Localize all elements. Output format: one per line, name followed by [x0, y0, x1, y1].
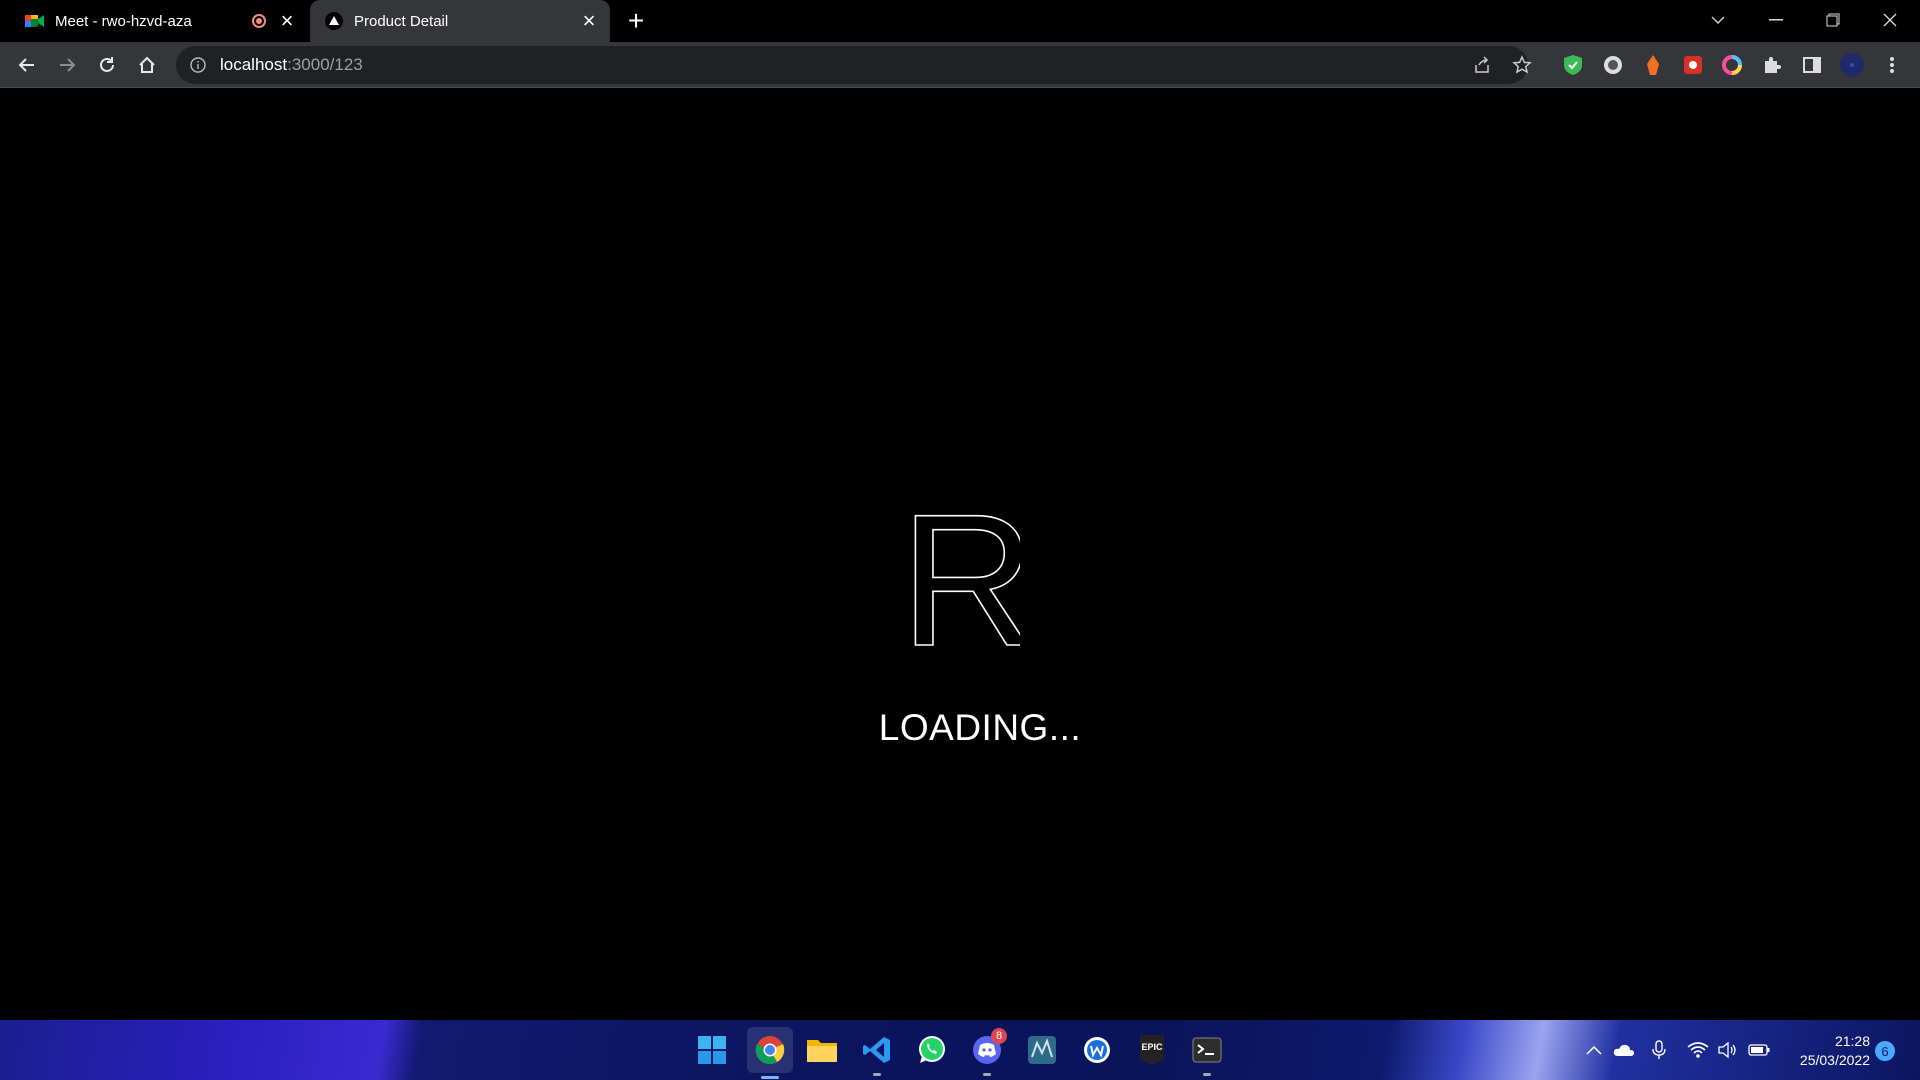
bookmark-star-icon[interactable]: [1510, 53, 1534, 77]
logo-r-outline: R: [900, 509, 1020, 659]
wifi-icon[interactable]: [1686, 1038, 1710, 1062]
extension-color-ring-icon[interactable]: [1720, 53, 1744, 77]
home-button[interactable]: [133, 51, 161, 79]
extensions-puzzle-icon[interactable]: [1760, 53, 1784, 77]
menu-kebab-icon[interactable]: [1880, 53, 1904, 77]
running-indicator: [1203, 1073, 1211, 1076]
discord-icon[interactable]: 8: [967, 1028, 1007, 1076]
clock-date: 25/03/2022: [1799, 1052, 1870, 1068]
nextjs-triangle-icon: [324, 11, 344, 31]
tab-product-detail[interactable]: Product Detail ×: [310, 0, 610, 42]
adblock-shield-icon[interactable]: [1561, 53, 1585, 77]
share-icon[interactable]: [1470, 53, 1494, 77]
restore-button[interactable]: [1805, 0, 1861, 40]
back-button[interactable]: [13, 51, 41, 79]
tab-title: Product Detail: [354, 12, 449, 30]
volume-icon[interactable]: [1715, 1038, 1739, 1062]
mysql-workbench-icon[interactable]: [1022, 1030, 1062, 1070]
extension-orange-icon[interactable]: [1641, 53, 1665, 77]
tab-search-icon[interactable]: [1690, 0, 1746, 40]
notification-count-badge[interactable]: 6: [1875, 1041, 1895, 1061]
minimize-button[interactable]: [1748, 0, 1804, 40]
tab-strip: Meet - rwo-hzvd-aza × Product Detail × +: [0, 0, 1920, 42]
new-tab-button[interactable]: +: [622, 7, 650, 35]
file-explorer-icon[interactable]: [802, 1030, 842, 1070]
chrome-icon[interactable]: [747, 1027, 793, 1079]
whatsapp-icon[interactable]: [912, 1030, 952, 1070]
google-meet-icon: [25, 11, 45, 31]
url-path: :3000/123: [287, 55, 363, 74]
windows-taskbar: 8 EPIC 21:28 25/03/2022 6: [0, 1020, 1920, 1080]
active-indicator: [761, 1076, 779, 1079]
url-host: localhost: [220, 55, 288, 74]
recording-icon: [252, 14, 266, 28]
extension-red-icon[interactable]: [1681, 53, 1705, 77]
side-panel-icon[interactable]: [1800, 53, 1824, 77]
epic-games-icon[interactable]: EPIC: [1132, 1030, 1172, 1070]
svg-text:EPIC: EPIC: [1141, 1042, 1163, 1052]
close-tab-icon[interactable]: ×: [274, 8, 300, 34]
profile-avatar[interactable]: [1840, 53, 1864, 77]
close-window-button[interactable]: [1862, 0, 1918, 40]
onedrive-cloud-icon[interactable]: [1612, 1038, 1636, 1062]
forward-button[interactable]: [53, 51, 81, 79]
discord-badge: 8: [991, 1028, 1007, 1044]
reload-button[interactable]: [93, 51, 121, 79]
page-content: R LOADING...: [0, 89, 1920, 1020]
clock-time: 21:28: [1834, 1033, 1870, 1049]
running-indicator: [873, 1073, 881, 1076]
tab-title: Meet - rwo-hzvd-aza: [55, 12, 192, 30]
battery-icon[interactable]: [1747, 1038, 1771, 1062]
url-text: localhost:3000/123: [220, 55, 363, 75]
app-w-icon[interactable]: [1077, 1030, 1117, 1070]
close-tab-icon[interactable]: ×: [576, 8, 602, 34]
loading-text: LOADING...: [878, 707, 1082, 748]
site-info-icon[interactable]: [188, 55, 208, 75]
running-indicator: [983, 1073, 991, 1076]
browser-toolbar: localhost:3000/123: [0, 42, 1920, 88]
terminal-icon[interactable]: [1187, 1030, 1227, 1076]
windows-start-icon[interactable]: [692, 1030, 732, 1070]
extension-grey-icon[interactable]: [1601, 53, 1625, 77]
show-hidden-icons-chevron-icon[interactable]: [1582, 1038, 1606, 1062]
tab-meet[interactable]: Meet - rwo-hzvd-aza ×: [0, 0, 308, 42]
system-clock[interactable]: 21:28 25/03/2022: [1780, 1032, 1870, 1070]
address-bar[interactable]: localhost:3000/123: [176, 46, 1528, 84]
microphone-icon[interactable]: [1647, 1038, 1671, 1062]
vscode-icon[interactable]: [857, 1030, 897, 1076]
svg-text:R: R: [900, 509, 1020, 659]
